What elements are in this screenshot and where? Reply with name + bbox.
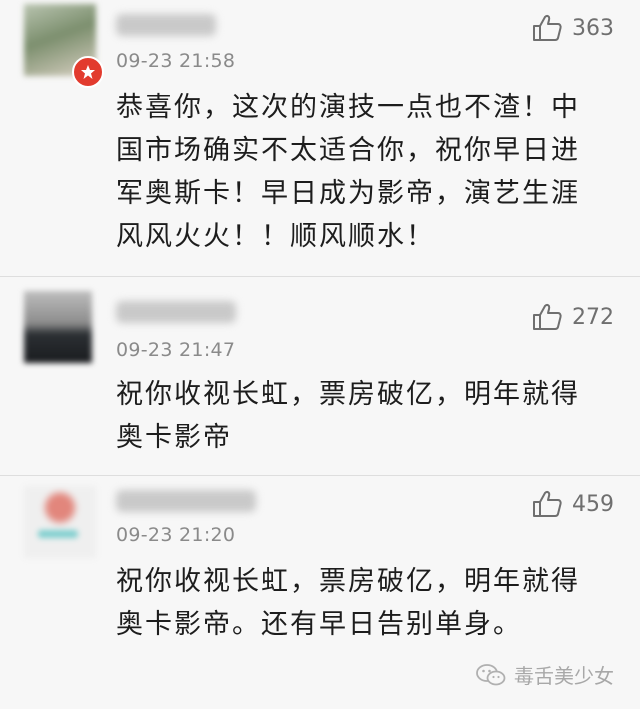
- comment-text: 恭喜你，这次的演技一点也不渣！中国市场确实不太适合你，祝你早日进军奥斯卡！早日成…: [116, 92, 580, 252]
- username-blurred[interactable]: [116, 301, 236, 323]
- thumbs-up-icon: [533, 15, 562, 41]
- comment-text: 祝你收视长虹，票房破亿，明年就得奥卡影帝: [116, 379, 580, 453]
- like-count: 363: [572, 15, 614, 41]
- thumbs-up-icon: [533, 304, 562, 330]
- comment-time: 09-23 21:58: [116, 50, 236, 72]
- comment-text: 祝你收视长虹，票房破亿，明年就得奥卡影帝。还有早日告别单身。: [116, 566, 580, 640]
- comment-time: 09-23 21:47: [116, 339, 236, 361]
- avatar[interactable]: [24, 486, 96, 558]
- verified-badge-icon: [72, 56, 104, 88]
- username-blurred[interactable]: [116, 14, 216, 36]
- comment-item: 09-23 21:47 272 祝你收视长虹，票房破亿，明年就得奥卡影帝: [0, 277, 640, 475]
- comment-time: 09-23 21:20: [116, 524, 236, 546]
- like-button[interactable]: 363: [532, 14, 614, 42]
- comment-item: 09-23 21:58 363 恭喜你，这次的演技一点也不渣！中国市场确实不太适…: [0, 0, 640, 276]
- like-button[interactable]: 459: [532, 490, 614, 518]
- like-count: 272: [572, 304, 614, 330]
- thumbs-up-icon: [533, 491, 562, 517]
- username-blurred[interactable]: [116, 490, 256, 512]
- like-count: 459: [572, 491, 614, 517]
- like-button[interactable]: 272: [532, 303, 614, 331]
- avatar[interactable]: [24, 291, 92, 363]
- wechat-icon: [476, 663, 506, 685]
- watermark-text: 毒舌美少女: [514, 664, 614, 688]
- watermark: 毒舌美少女: [476, 660, 614, 689]
